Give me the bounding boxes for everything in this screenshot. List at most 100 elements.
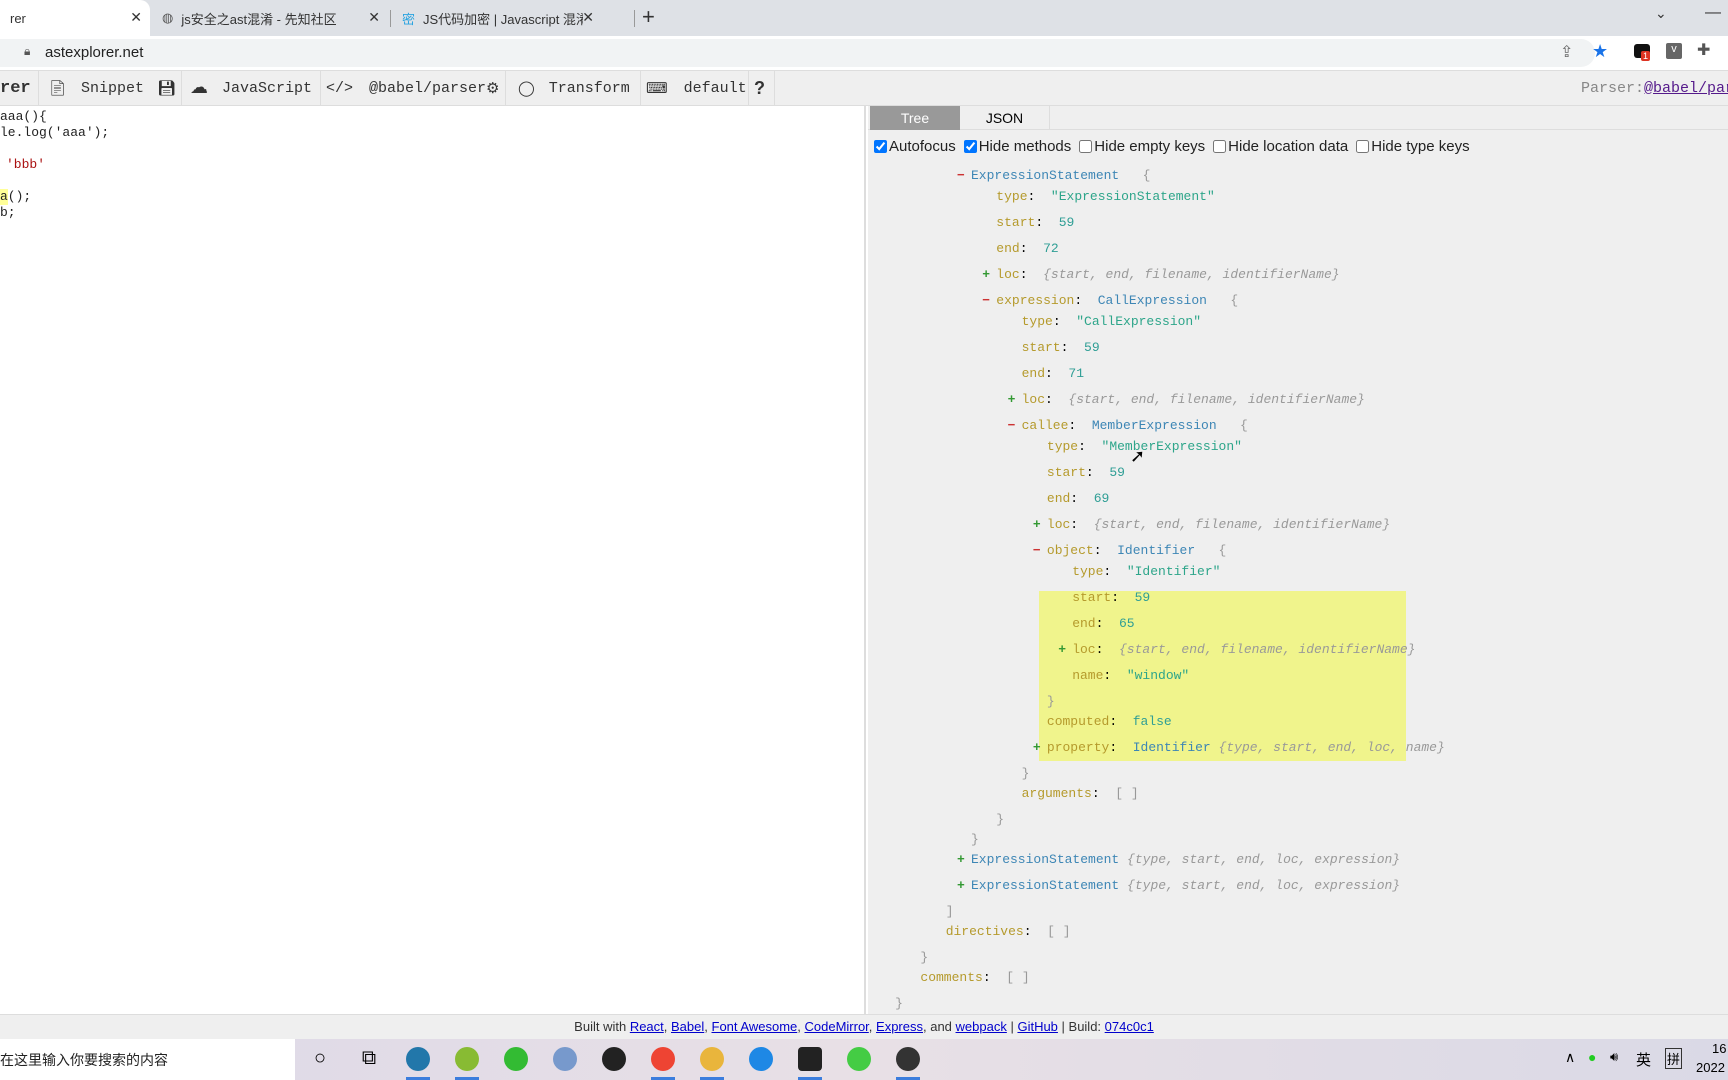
snippet-menu[interactable]: 📄︎ Snippet xyxy=(48,71,144,105)
node-summary: {type, start, end, loc, expression} xyxy=(1127,852,1401,867)
bookmark-star-icon[interactable]: ★ xyxy=(1592,41,1608,62)
font-awesome-link[interactable]: Font Awesome xyxy=(712,1019,798,1034)
tree-node[interactable]: − callee: MemberExpression { xyxy=(1008,416,1248,436)
collapse-icon[interactable]: − xyxy=(982,291,994,311)
app-green-icon[interactable] xyxy=(504,1047,528,1071)
cortana-icon[interactable]: ○ xyxy=(308,1047,332,1071)
language-select[interactable]: ☁ JavaScript xyxy=(190,71,312,105)
checkbox[interactable] xyxy=(1356,139,1370,153)
tab-json[interactable]: JSON xyxy=(960,106,1050,130)
terminal-icon[interactable] xyxy=(798,1047,822,1071)
node-type: Identifier xyxy=(1132,740,1211,755)
react-link[interactable]: React xyxy=(630,1019,664,1034)
webpack-link[interactable]: webpack xyxy=(956,1019,1007,1034)
close-tab-icon[interactable]: ✕ xyxy=(368,9,380,26)
transform-toggle[interactable]: ◯ Transform xyxy=(518,71,630,105)
tree-node[interactable]: − expression: CallExpression { xyxy=(982,291,1238,311)
notepad-icon[interactable] xyxy=(455,1047,479,1071)
new-tab-button[interactable]: + xyxy=(642,4,655,30)
app-blue-icon[interactable] xyxy=(749,1047,773,1071)
code-editor[interactable]: aaa(){ le.log('aaa'); 'bbb' a(); b; xyxy=(0,106,866,1014)
babel-link[interactable]: Babel xyxy=(671,1019,704,1034)
app-baidu-icon[interactable] xyxy=(553,1047,577,1071)
option-hide-empty-keys[interactable]: Hide empty keys xyxy=(1079,138,1205,155)
wechat-icon[interactable] xyxy=(847,1047,871,1071)
extensions-puzzle-icon[interactable]: ✚ xyxy=(1697,40,1710,60)
chrome-icon[interactable] xyxy=(651,1047,675,1071)
codemirror-link[interactable]: CodeMirror xyxy=(805,1019,869,1034)
tree-node: type: "Identifier" xyxy=(1072,564,1221,579)
node-key: type xyxy=(1046,439,1079,454)
option-hide-type-keys[interactable]: Hide type keys xyxy=(1356,138,1470,155)
ime-mode[interactable]: 拼 xyxy=(1665,1048,1683,1069)
file-explorer-icon[interactable] xyxy=(700,1047,724,1071)
ime-lang[interactable]: 英 xyxy=(1636,1049,1651,1070)
option-hide-location-data[interactable]: Hide location data xyxy=(1213,138,1348,155)
tree-node[interactable]: + loc: {start, end, filename, identifierN… xyxy=(1033,515,1390,535)
tree-node[interactable]: + property: Identifier {type, start, end,… xyxy=(1033,738,1445,758)
collapse-icon[interactable]: − xyxy=(1033,541,1045,561)
expand-icon[interactable]: + xyxy=(1008,390,1020,410)
help-button[interactable]: ? xyxy=(754,71,765,105)
task-view-icon[interactable]: ⧉ xyxy=(357,1047,381,1071)
tree-node[interactable]: − ExpressionStatement { xyxy=(957,166,1150,186)
clock-date[interactable]: 2022 xyxy=(1696,1060,1725,1075)
tree-node[interactable]: + loc: {start, end, filename, identifierN… xyxy=(1008,390,1365,410)
expand-icon[interactable]: + xyxy=(982,265,994,285)
node-key: end xyxy=(1046,491,1071,506)
close-tab-icon[interactable]: ✕ xyxy=(130,9,142,26)
lock-icon[interactable]: 🔒︎ xyxy=(24,44,30,59)
share-icon[interactable]: ⇪ xyxy=(1560,42,1573,62)
tray-chevron-icon[interactable]: ∧ xyxy=(1565,1049,1575,1066)
extension-v-icon[interactable]: v xyxy=(1666,43,1682,59)
omnibox[interactable]: 🔒︎ astexplorer.net ⇪ ★ xyxy=(0,39,1608,67)
build-link[interactable]: 074c0c1 xyxy=(1105,1019,1154,1034)
tree-node[interactable]: + loc: {start, end, filename, identifierN… xyxy=(1058,640,1415,660)
extension-icon[interactable]: 1 xyxy=(1634,44,1651,61)
open-bracket: { xyxy=(1240,418,1248,433)
address-bar-row: 🔒︎ astexplorer.net ⇪ ★ 1 v ✚ xyxy=(0,36,1728,70)
github-link[interactable]: GitHub xyxy=(1017,1019,1057,1034)
keymap-select[interactable]: ⌨ default xyxy=(646,71,747,105)
file-code-icon: 📄︎ xyxy=(48,80,68,98)
taskbar-search-box[interactable]: 在这里输入你要搜索的内容 xyxy=(0,1039,295,1080)
tree-node[interactable]: + ExpressionStatement {type, start, end, … xyxy=(957,850,1401,870)
tree-node[interactable]: + ExpressionStatement {type, start, end, … xyxy=(957,876,1400,896)
checkbox[interactable] xyxy=(963,139,977,153)
tab-tree[interactable]: Tree xyxy=(870,106,960,130)
checkbox[interactable] xyxy=(1213,139,1227,153)
tree-node[interactable]: + loc: {start, end, filename, identifierN… xyxy=(982,265,1339,285)
collapse-icon[interactable]: − xyxy=(1008,416,1020,436)
option-hide-methods[interactable]: Hide methods xyxy=(963,138,1071,155)
tab-astexplorer[interactable]: rer ✕ xyxy=(0,0,150,36)
parser-settings-gear-icon[interactable]: ⚙ xyxy=(486,71,499,105)
tab-xianzhi[interactable]: ◍ js安全之ast混淆 - 先知社区 ✕ xyxy=(152,0,388,36)
parser-link[interactable]: @babel/pars xyxy=(1644,80,1728,97)
expand-icon[interactable]: + xyxy=(1033,515,1045,535)
clock-time[interactable]: 16 xyxy=(1712,1041,1726,1056)
expand-icon[interactable]: + xyxy=(1033,738,1045,758)
expand-icon[interactable]: + xyxy=(1058,640,1070,660)
tab-search-icon[interactable]: ⌄ xyxy=(1655,5,1667,22)
tree-node[interactable]: − object: Identifier { xyxy=(1033,541,1226,561)
collapse-icon[interactable]: − xyxy=(957,166,969,186)
url-text[interactable]: astexplorer.net xyxy=(45,44,143,61)
expand-icon[interactable]: + xyxy=(957,876,969,896)
option-autofocus[interactable]: Autofocus xyxy=(874,138,956,155)
qq-icon[interactable] xyxy=(602,1047,626,1071)
checkbox[interactable] xyxy=(1079,139,1093,153)
tab-jsjiami[interactable]: 密JS代码加密 | Javascript 混淆 | JS✕ xyxy=(392,0,602,36)
volume-icon[interactable]: 🔊︎ xyxy=(1610,1049,1618,1065)
wechat-tray-icon[interactable]: ● xyxy=(1588,1049,1596,1065)
save-icon[interactable]: 💾︎ xyxy=(157,71,176,105)
pycharm-icon[interactable] xyxy=(406,1047,430,1071)
obs-icon[interactable] xyxy=(896,1047,920,1071)
close-tab-icon[interactable]: ✕ xyxy=(582,9,594,26)
string-value: "Identifier" xyxy=(1126,564,1221,579)
expand-icon[interactable]: + xyxy=(957,850,969,870)
express-link[interactable]: Express xyxy=(876,1019,923,1034)
minimize-icon[interactable]: — xyxy=(1705,4,1721,22)
tree-node: start: 59 xyxy=(1021,340,1100,355)
parser-select[interactable]: </> @babel/parser xyxy=(326,71,486,105)
checkbox[interactable] xyxy=(874,139,887,153)
